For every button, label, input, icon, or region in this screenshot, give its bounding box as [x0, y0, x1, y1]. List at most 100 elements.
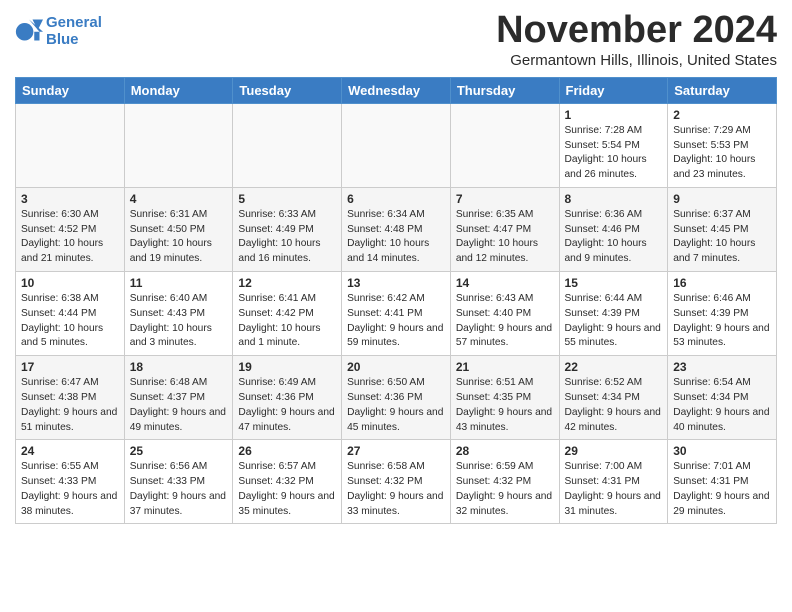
calendar-header-row: SundayMondayTuesdayWednesdayThursdayFrid…	[16, 77, 777, 103]
day-info: Sunrise: 6:42 AMSunset: 4:41 PMDaylight:…	[347, 292, 445, 351]
calendar-week-row: 24 Sunrise: 6:55 AMSunset: 4:33 PMDayligh…	[16, 440, 777, 524]
day-info: Sunrise: 6:40 AMSunset: 4:43 PMDaylight:…	[130, 292, 228, 351]
calendar-day-cell: 14 Sunrise: 6:43 AMSunset: 4:40 PMDayligh…	[450, 272, 559, 356]
day-info: Sunrise: 6:49 AMSunset: 4:36 PMDaylight:…	[238, 376, 336, 435]
day-info: Sunrise: 7:00 AMSunset: 4:31 PMDaylight:…	[565, 460, 663, 519]
day-number: 2	[673, 108, 771, 122]
day-number: 1	[565, 108, 663, 122]
calendar-week-row: 10 Sunrise: 6:38 AMSunset: 4:44 PMDayligh…	[16, 272, 777, 356]
calendar-day-cell: 9Sunrise: 6:37 AMSunset: 4:45 PMDaylight…	[668, 187, 777, 271]
day-info: Sunrise: 6:50 AMSunset: 4:36 PMDaylight:…	[347, 376, 445, 435]
day-number: 12	[238, 276, 336, 290]
calendar-day-cell: 28 Sunrise: 6:59 AMSunset: 4:32 PMDayligh…	[450, 440, 559, 524]
day-number: 5	[238, 192, 336, 206]
day-info: Sunrise: 6:30 AMSunset: 4:52 PMDaylight:…	[21, 208, 119, 267]
day-info: Sunrise: 6:59 AMSunset: 4:32 PMDaylight:…	[456, 460, 554, 519]
calendar-day-cell: 18 Sunrise: 6:48 AMSunset: 4:37 PMDayligh…	[124, 356, 233, 440]
calendar-day-header: Sunday	[16, 77, 125, 103]
calendar-day-cell: 21 Sunrise: 6:51 AMSunset: 4:35 PMDayligh…	[450, 356, 559, 440]
logo-line1: General	[46, 14, 102, 31]
calendar-day-cell: 2Sunrise: 7:29 AMSunset: 5:53 PMDaylight…	[668, 103, 777, 187]
day-number: 27	[347, 444, 445, 458]
day-number: 30	[673, 444, 771, 458]
subtitle: Germantown Hills, Illinois, United State…	[496, 52, 777, 69]
calendar-day-cell	[124, 103, 233, 187]
day-info: Sunrise: 6:47 AMSunset: 4:38 PMDaylight:…	[21, 376, 119, 435]
calendar-week-row: 17Sunrise: 6:47 AMSunset: 4:38 PMDayligh…	[16, 356, 777, 440]
day-number: 6	[347, 192, 445, 206]
calendar-day-header: Friday	[559, 77, 668, 103]
day-number: 24	[21, 444, 119, 458]
day-number: 22	[565, 360, 663, 374]
calendar-day-cell: 6 Sunrise: 6:34 AMSunset: 4:48 PMDaylight…	[342, 187, 451, 271]
day-number: 8	[565, 192, 663, 206]
day-info: Sunrise: 6:51 AMSunset: 4:35 PMDaylight:…	[456, 376, 554, 435]
calendar-day-cell: 16Sunrise: 6:46 AMSunset: 4:39 PMDayligh…	[668, 272, 777, 356]
day-info: Sunrise: 6:54 AMSunset: 4:34 PMDaylight:…	[673, 376, 771, 435]
calendar-day-cell: 7 Sunrise: 6:35 AMSunset: 4:47 PMDaylight…	[450, 187, 559, 271]
day-info: Sunrise: 6:35 AMSunset: 4:47 PMDaylight:…	[456, 208, 554, 267]
calendar-day-cell: 23 Sunrise: 6:54 AMSunset: 4:34 PMDayligh…	[668, 356, 777, 440]
day-number: 10	[21, 276, 119, 290]
day-info: Sunrise: 6:43 AMSunset: 4:40 PMDaylight:…	[456, 292, 554, 351]
day-number: 14	[456, 276, 554, 290]
logo-line2: Blue	[46, 31, 79, 48]
calendar-day-cell: 17Sunrise: 6:47 AMSunset: 4:38 PMDayligh…	[16, 356, 125, 440]
day-info: Sunrise: 7:01 AMSunset: 4:31 PMDaylight:…	[673, 460, 771, 519]
calendar-day-cell	[342, 103, 451, 187]
day-info: Sunrise: 6:56 AMSunset: 4:33 PMDaylight:…	[130, 460, 228, 519]
calendar-week-row: 1 Sunrise: 7:28 AMSunset: 5:54 PMDaylight…	[16, 103, 777, 187]
header: General Blue November 2024 Germantown Hi…	[15, 10, 777, 69]
day-info: Sunrise: 6:55 AMSunset: 4:33 PMDaylight:…	[21, 460, 119, 519]
day-info: Sunrise: 6:52 AMSunset: 4:34 PMDaylight:…	[565, 376, 663, 435]
calendar-day-cell: 30 Sunrise: 7:01 AMSunset: 4:31 PMDayligh…	[668, 440, 777, 524]
calendar-day-cell: 25 Sunrise: 6:56 AMSunset: 4:33 PMDayligh…	[124, 440, 233, 524]
day-number: 29	[565, 444, 663, 458]
day-number: 4	[130, 192, 228, 206]
day-info: Sunrise: 6:48 AMSunset: 4:37 PMDaylight:…	[130, 376, 228, 435]
page: General Blue November 2024 Germantown Hi…	[0, 0, 792, 539]
calendar-day-header: Monday	[124, 77, 233, 103]
day-info: Sunrise: 6:44 AMSunset: 4:39 PMDaylight:…	[565, 292, 663, 351]
calendar-day-cell	[233, 103, 342, 187]
title-section: November 2024 Germantown Hills, Illinois…	[496, 10, 777, 69]
day-number: 26	[238, 444, 336, 458]
day-number: 25	[130, 444, 228, 458]
day-info: Sunrise: 7:28 AMSunset: 5:54 PMDaylight:…	[565, 124, 663, 183]
day-info: Sunrise: 6:36 AMSunset: 4:46 PMDaylight:…	[565, 208, 663, 267]
day-info: Sunrise: 6:34 AMSunset: 4:48 PMDaylight:…	[347, 208, 445, 267]
calendar-day-cell: 29 Sunrise: 7:00 AMSunset: 4:31 PMDayligh…	[559, 440, 668, 524]
calendar-day-cell: 27Sunrise: 6:58 AMSunset: 4:32 PMDayligh…	[342, 440, 451, 524]
day-info: Sunrise: 6:37 AMSunset: 4:45 PMDaylight:…	[673, 208, 771, 267]
calendar-day-cell: 4Sunrise: 6:31 AMSunset: 4:50 PMDaylight…	[124, 187, 233, 271]
calendar-day-header: Wednesday	[342, 77, 451, 103]
day-number: 21	[456, 360, 554, 374]
day-info: Sunrise: 6:33 AMSunset: 4:49 PMDaylight:…	[238, 208, 336, 267]
day-info: Sunrise: 6:41 AMSunset: 4:42 PMDaylight:…	[238, 292, 336, 351]
day-number: 19	[238, 360, 336, 374]
calendar-day-cell: 10 Sunrise: 6:38 AMSunset: 4:44 PMDayligh…	[16, 272, 125, 356]
calendar-day-cell: 15Sunrise: 6:44 AMSunset: 4:39 PMDayligh…	[559, 272, 668, 356]
logo: General Blue	[15, 14, 102, 49]
day-number: 18	[130, 360, 228, 374]
day-number: 3	[21, 192, 119, 206]
day-number: 23	[673, 360, 771, 374]
calendar-day-cell: 24 Sunrise: 6:55 AMSunset: 4:33 PMDayligh…	[16, 440, 125, 524]
day-info: Sunrise: 6:46 AMSunset: 4:39 PMDaylight:…	[673, 292, 771, 351]
logo-icon	[15, 16, 43, 44]
logo-text: General Blue	[46, 14, 102, 49]
month-title: November 2024	[496, 10, 777, 52]
calendar-day-header: Saturday	[668, 77, 777, 103]
calendar-day-header: Tuesday	[233, 77, 342, 103]
calendar-day-cell: 1 Sunrise: 7:28 AMSunset: 5:54 PMDaylight…	[559, 103, 668, 187]
day-number: 20	[347, 360, 445, 374]
day-info: Sunrise: 6:38 AMSunset: 4:44 PMDaylight:…	[21, 292, 119, 351]
calendar-day-cell	[16, 103, 125, 187]
day-number: 7	[456, 192, 554, 206]
calendar: SundayMondayTuesdayWednesdayThursdayFrid…	[15, 77, 777, 525]
calendar-day-header: Thursday	[450, 77, 559, 103]
day-number: 28	[456, 444, 554, 458]
calendar-day-cell: 22 Sunrise: 6:52 AMSunset: 4:34 PMDayligh…	[559, 356, 668, 440]
calendar-day-cell: 20 Sunrise: 6:50 AMSunset: 4:36 PMDayligh…	[342, 356, 451, 440]
calendar-week-row: 3 Sunrise: 6:30 AMSunset: 4:52 PMDaylight…	[16, 187, 777, 271]
